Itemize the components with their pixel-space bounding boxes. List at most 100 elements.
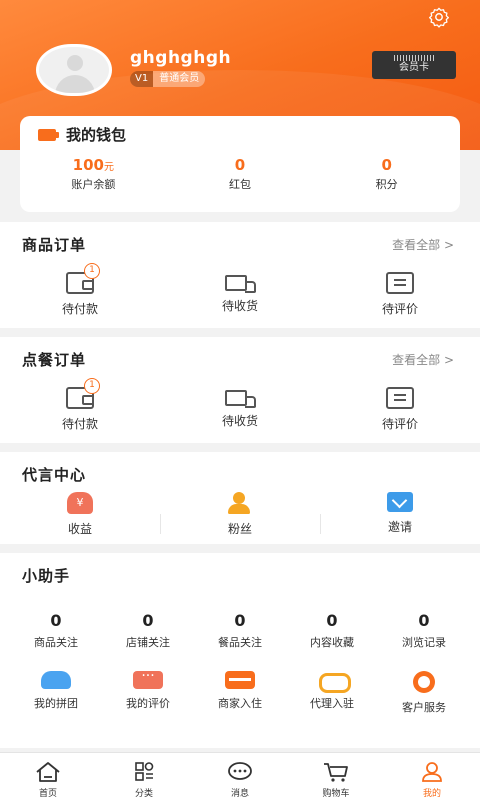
- comment-icon: [386, 387, 414, 409]
- goods-orders-section: 商品订单 查看全部 > 1 待付款 待收货 待评价: [0, 222, 480, 328]
- tool-label: 客户服务: [402, 701, 446, 714]
- stat-label: 商品关注: [34, 636, 78, 649]
- money-bag-icon: ¥: [67, 492, 93, 514]
- stat-value: 0: [234, 611, 246, 630]
- invite-icon: [387, 492, 413, 512]
- stat-label: 浏览记录: [402, 636, 446, 649]
- customer-service-icon: [413, 671, 435, 693]
- tool-label: 我的评价: [126, 697, 170, 710]
- tab-category[interactable]: 分类: [96, 753, 192, 800]
- fans-icon: [227, 492, 253, 514]
- handshake-icon: [317, 671, 351, 693]
- wallet-balance[interactable]: 100元 账户余额: [20, 156, 167, 192]
- stat-label: 店铺关注: [126, 636, 170, 649]
- tab-label: 分类: [134, 789, 153, 799]
- red-packet-label: 红包: [229, 178, 251, 191]
- invite-entry[interactable]: 邀请: [320, 492, 480, 537]
- review-icon: [133, 668, 163, 689]
- wallet-card: 我的钱包 100元 账户余额 0 红包 0 积分: [20, 116, 460, 212]
- balance-label: 账户余额: [71, 178, 116, 191]
- truck-icon: [225, 275, 256, 293]
- count-badge: 1: [84, 378, 100, 394]
- shop-follow-stat[interactable]: 0 店铺关注: [102, 611, 194, 650]
- my-group-buy-entry[interactable]: 我的拼团: [10, 671, 102, 715]
- count-badge: 1: [84, 263, 100, 279]
- profile-icon: [422, 762, 442, 782]
- gear-icon[interactable]: [428, 6, 450, 28]
- username: ghghghgh: [130, 48, 232, 68]
- tab-label: 购物车: [322, 789, 350, 799]
- food-order-pending-review[interactable]: 待评价: [320, 387, 480, 432]
- wallet-red-packet[interactable]: 0 红包: [167, 156, 314, 192]
- tool-label: 我的拼团: [34, 697, 78, 710]
- wallet-title: 我的钱包: [66, 126, 127, 144]
- browse-history-stat[interactable]: 0 浏览记录: [378, 611, 470, 650]
- tab-label: 我的: [422, 789, 441, 799]
- member-type-label: 普通会员: [153, 71, 206, 87]
- vip-card-label: 会员卡: [399, 62, 429, 73]
- cart-icon: [324, 763, 348, 782]
- customer-service-entry[interactable]: 客户服务: [378, 671, 470, 715]
- order-pending-payment[interactable]: 1 待付款: [0, 263, 160, 317]
- my-reviews-entry[interactable]: 我的评价: [102, 668, 194, 715]
- tab-label: 消息: [230, 789, 249, 799]
- agent-join-entry[interactable]: 代理入驻: [286, 671, 378, 715]
- order-item-label: 待评价: [381, 302, 418, 316]
- avatar[interactable]: [36, 44, 112, 96]
- tab-messages[interactable]: 消息: [192, 753, 288, 800]
- tab-cart[interactable]: 购物车: [288, 753, 384, 800]
- points-label: 积分: [375, 178, 398, 191]
- view-all-goods-orders-link[interactable]: 查看全部 >: [392, 236, 454, 253]
- spokesman-center-section: 代言中心 ¥ 收益 粉丝 邀请: [0, 452, 480, 544]
- red-packet-value: 0: [234, 156, 246, 174]
- comment-icon: [386, 272, 414, 294]
- assistant-section: 小助手 0 商品关注 0 店铺关注 0 餐品关注 0 内容收藏 0 浏览记录 我…: [0, 553, 480, 748]
- balance-unit: 元: [103, 162, 114, 173]
- order-item-label: 待收货: [221, 299, 258, 313]
- stat-value: 0: [50, 611, 62, 630]
- stat-value: 0: [326, 611, 338, 630]
- order-item-label: 待付款: [61, 417, 98, 431]
- message-icon: [228, 762, 252, 780]
- order-pending-receipt[interactable]: 待收货: [160, 272, 320, 317]
- member-level-badge: V1 普通会员: [130, 71, 206, 87]
- view-all-food-orders-link[interactable]: 查看全部 >: [392, 351, 454, 368]
- stat-value: 0: [418, 611, 430, 630]
- order-item-label: 待付款: [61, 302, 98, 316]
- truck-icon: [225, 390, 256, 408]
- vip-card-button[interactable]: 会员卡: [372, 51, 456, 79]
- home-icon: [36, 762, 60, 782]
- group-buy-icon: [41, 671, 71, 689]
- wallet-icon: [38, 128, 59, 141]
- fans-entry[interactable]: 粉丝: [160, 492, 320, 537]
- order-item-label: 待评价: [381, 417, 418, 431]
- tab-profile[interactable]: 我的: [384, 753, 480, 800]
- stat-label: 内容收藏: [310, 636, 354, 649]
- section-title: 商品订单: [22, 236, 87, 254]
- section-title: 小助手: [22, 567, 71, 585]
- tool-label: 商家入住: [218, 697, 262, 710]
- spokesman-item-label: 粉丝: [227, 522, 252, 536]
- order-item-label: 待收货: [221, 414, 258, 428]
- food-order-pending-payment[interactable]: 1 待付款: [0, 378, 160, 432]
- content-favorites-stat[interactable]: 0 内容收藏: [286, 611, 378, 650]
- dish-follow-stat[interactable]: 0 餐品关注: [194, 611, 286, 650]
- stat-label: 餐品关注: [218, 636, 262, 649]
- spokesman-item-label: 邀请: [387, 520, 412, 534]
- category-icon: [135, 762, 154, 781]
- goods-follow-stat[interactable]: 0 商品关注: [10, 611, 102, 650]
- wallet-points[interactable]: 0 积分: [313, 156, 460, 192]
- food-orders-section: 点餐订单 查看全部 > 1 待付款 待收货 待评价: [0, 337, 480, 443]
- balance-value: 100: [72, 156, 104, 174]
- tab-home[interactable]: 首页: [0, 753, 96, 800]
- merchant-join-entry[interactable]: 商家入住: [194, 671, 286, 715]
- tool-label: 代理入驻: [310, 697, 354, 710]
- points-value: 0: [381, 156, 392, 174]
- order-pending-review[interactable]: 待评价: [320, 272, 480, 317]
- spokesman-item-label: 收益: [67, 522, 92, 536]
- section-title: 点餐订单: [22, 351, 87, 369]
- earnings-entry[interactable]: ¥ 收益: [0, 492, 160, 537]
- stat-value: 0: [142, 611, 154, 630]
- section-title: 代言中心: [22, 466, 87, 484]
- food-order-pending-receipt[interactable]: 待收货: [160, 387, 320, 432]
